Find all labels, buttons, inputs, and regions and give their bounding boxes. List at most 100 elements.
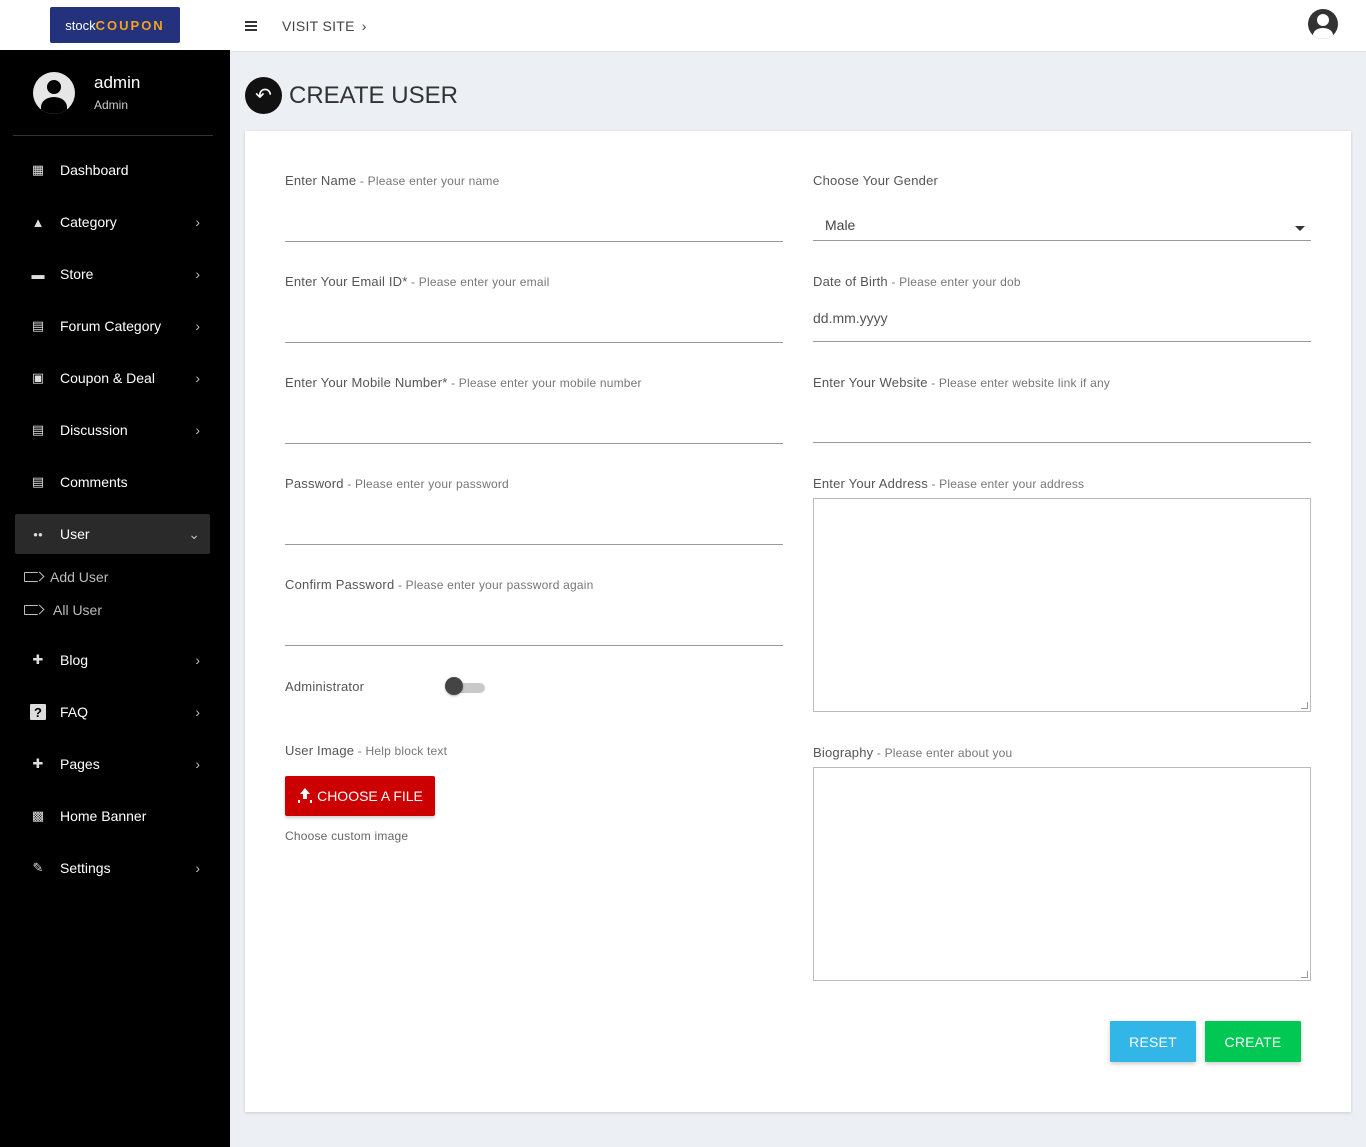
sidebar-subitem-all-user[interactable]: All User xyxy=(0,593,230,626)
address-label: Enter Your Address - Please enter your a… xyxy=(813,476,1085,491)
upload-icon xyxy=(297,788,313,804)
sidebar-item-comments[interactable]: ▤ Comments xyxy=(0,456,230,508)
sidebar-item-dashboard[interactable]: ▦ Dashboard xyxy=(0,144,230,196)
sidebar-item-label: User xyxy=(60,526,90,542)
sidebar-item-label: Forum Category xyxy=(60,318,162,334)
sidebar-item-store[interactable]: ▬ Store › xyxy=(0,248,230,300)
sidebar-item-settings[interactable]: ✎ Settings › xyxy=(0,842,230,894)
address-field: Enter Your Address - Please enter your a… xyxy=(813,476,1311,712)
label-icon xyxy=(24,604,38,615)
chevron-right-icon: › xyxy=(195,422,200,438)
image-icon: ▩ xyxy=(31,808,45,823)
email-field[interactable]: Enter Your Email ID* - Please enter your… xyxy=(285,274,783,343)
gender-select-line xyxy=(813,240,1311,241)
sidebar-item-pages[interactable]: ✚ Pages › xyxy=(0,738,230,790)
mobile-field[interactable]: Enter Your Mobile Number* - Please enter… xyxy=(285,375,783,444)
confirm-password-label: Confirm Password - Please enter your pas… xyxy=(285,577,594,592)
administrator-toggle-knob[interactable] xyxy=(445,677,463,695)
sidebar-item-label: Settings xyxy=(60,860,111,876)
sidebar-item-label: FAQ xyxy=(60,704,89,720)
dob-field[interactable]: Date of Birth - Please enter your dob dd… xyxy=(813,274,1311,342)
reset-button[interactable]: RESET xyxy=(1110,1021,1196,1062)
sidebar-subitem-add-user[interactable]: Add User xyxy=(0,560,230,593)
forum-icon: ▤ xyxy=(31,318,45,333)
biography-field: Biography - Please enter about you xyxy=(813,745,1311,981)
store-icon: ▬ xyxy=(31,266,45,282)
chevron-right-icon: › xyxy=(195,756,200,772)
dob-input-placeholder: dd.mm.yyyy xyxy=(813,310,888,326)
chevron-right-icon: › xyxy=(195,214,200,230)
sidebar-item-label: Coupon & Deal xyxy=(60,370,155,386)
sidebar-item-discussion[interactable]: ▤ Discussion › xyxy=(0,404,230,456)
logo-area: stock COUPON xyxy=(0,0,230,50)
profile: admin Admin xyxy=(13,50,213,136)
sidebar-item-home-banner[interactable]: ▩ Home Banner xyxy=(0,790,230,842)
topbar: VISIT SITE › xyxy=(230,0,1366,52)
mobile-input-line xyxy=(285,443,783,444)
sidebar-nav: ▦ Dashboard ▲ Category › ▬ Store › ▤ For… xyxy=(0,144,230,894)
coupon-icon: ▣ xyxy=(31,370,45,385)
create-button[interactable]: CREATE xyxy=(1205,1021,1301,1062)
email-input-line xyxy=(285,342,783,343)
chevron-right-icon: › xyxy=(195,652,200,668)
sidebar-item-faq[interactable]: ? FAQ › xyxy=(0,686,230,738)
administrator-field: Administrator xyxy=(285,677,783,702)
gender-select[interactable]: Male xyxy=(813,209,1311,241)
sidebar-item-label: Store xyxy=(60,266,94,282)
sidebar-item-label: Blog xyxy=(60,652,89,668)
profile-name: admin xyxy=(94,73,141,92)
sidebar-item-label: Pages xyxy=(60,756,100,772)
sidebar-item-label: Dashboard xyxy=(60,162,129,178)
sidebar-item-category[interactable]: ▲ Category › xyxy=(0,196,230,248)
wrench-icon: ✎ xyxy=(32,860,44,875)
user-image-label: User Image - Help block text xyxy=(285,743,448,758)
sidebar-subitem-label: Add User xyxy=(50,568,109,585)
sidebar-item-label: Discussion xyxy=(60,422,128,438)
chevron-right-icon: › xyxy=(195,266,200,282)
faq-icon: ? xyxy=(30,704,46,720)
blog-icon: ✚ xyxy=(32,652,44,667)
sidebar-subitem-label: All User xyxy=(53,601,103,618)
confirm-password-input-line xyxy=(285,645,783,646)
sidebar-item-user[interactable]: ●● User ⌄ xyxy=(15,514,210,554)
user-image-field: User Image - Help block text CHOOSE A FI… xyxy=(285,743,783,853)
dob-label: Date of Birth - Please enter your dob xyxy=(813,274,1021,289)
sidebar-item-label: Home Banner xyxy=(60,808,147,824)
choose-file-button[interactable]: CHOOSE A FILE xyxy=(285,776,435,816)
sidebar-item-blog[interactable]: ✚ Blog › xyxy=(0,634,230,686)
website-label: Enter Your Website - Please enter websit… xyxy=(813,375,1111,390)
gender-label: Choose Your Gender xyxy=(813,173,939,188)
dashboard-icon: ▦ xyxy=(31,162,45,177)
chevron-down-icon: ⌄ xyxy=(188,525,200,542)
back-button[interactable]: ↶ xyxy=(245,77,282,114)
profile-role: Admin xyxy=(94,98,129,112)
email-label: Enter Your Email ID* - Please enter your… xyxy=(285,274,550,289)
password-input-line xyxy=(285,544,783,545)
label-icon xyxy=(24,571,38,582)
visit-site-link[interactable]: VISIT SITE xyxy=(282,18,355,34)
name-field[interactable]: Enter Name - Please enter your name xyxy=(285,173,783,242)
dob-input-line xyxy=(813,341,1311,342)
mobile-label: Enter Your Mobile Number* - Please enter… xyxy=(285,375,642,390)
website-field[interactable]: Enter Your Website - Please enter websit… xyxy=(813,375,1311,443)
website-input-line xyxy=(813,442,1311,443)
administrator-label: Administrator xyxy=(285,679,365,694)
chevron-right-icon: › xyxy=(361,17,367,34)
logo[interactable]: stock COUPON xyxy=(50,7,180,43)
chevron-right-icon: › xyxy=(195,318,200,334)
chevron-right-icon: › xyxy=(195,704,200,720)
gender-select-value: Male xyxy=(825,217,856,233)
pages-icon: ✚ xyxy=(32,756,44,771)
biography-textarea[interactable] xyxy=(813,767,1311,981)
password-field[interactable]: Password - Please enter your password xyxy=(285,476,783,545)
user-submenu: Add User All User xyxy=(0,560,230,634)
create-user-form: Enter Name - Please enter your name Ente… xyxy=(245,131,1351,1112)
confirm-password-field[interactable]: Confirm Password - Please enter your pas… xyxy=(285,577,783,646)
address-textarea[interactable] xyxy=(813,498,1311,712)
avatar xyxy=(33,71,75,114)
name-input-line xyxy=(285,241,783,242)
account-circle-icon[interactable] xyxy=(1308,9,1338,39)
sidebar-item-forum-category[interactable]: ▤ Forum Category › xyxy=(0,300,230,352)
sidebar-item-coupon-deal[interactable]: ▣ Coupon & Deal › xyxy=(0,352,230,404)
hamburger-menu-icon[interactable] xyxy=(245,20,257,31)
